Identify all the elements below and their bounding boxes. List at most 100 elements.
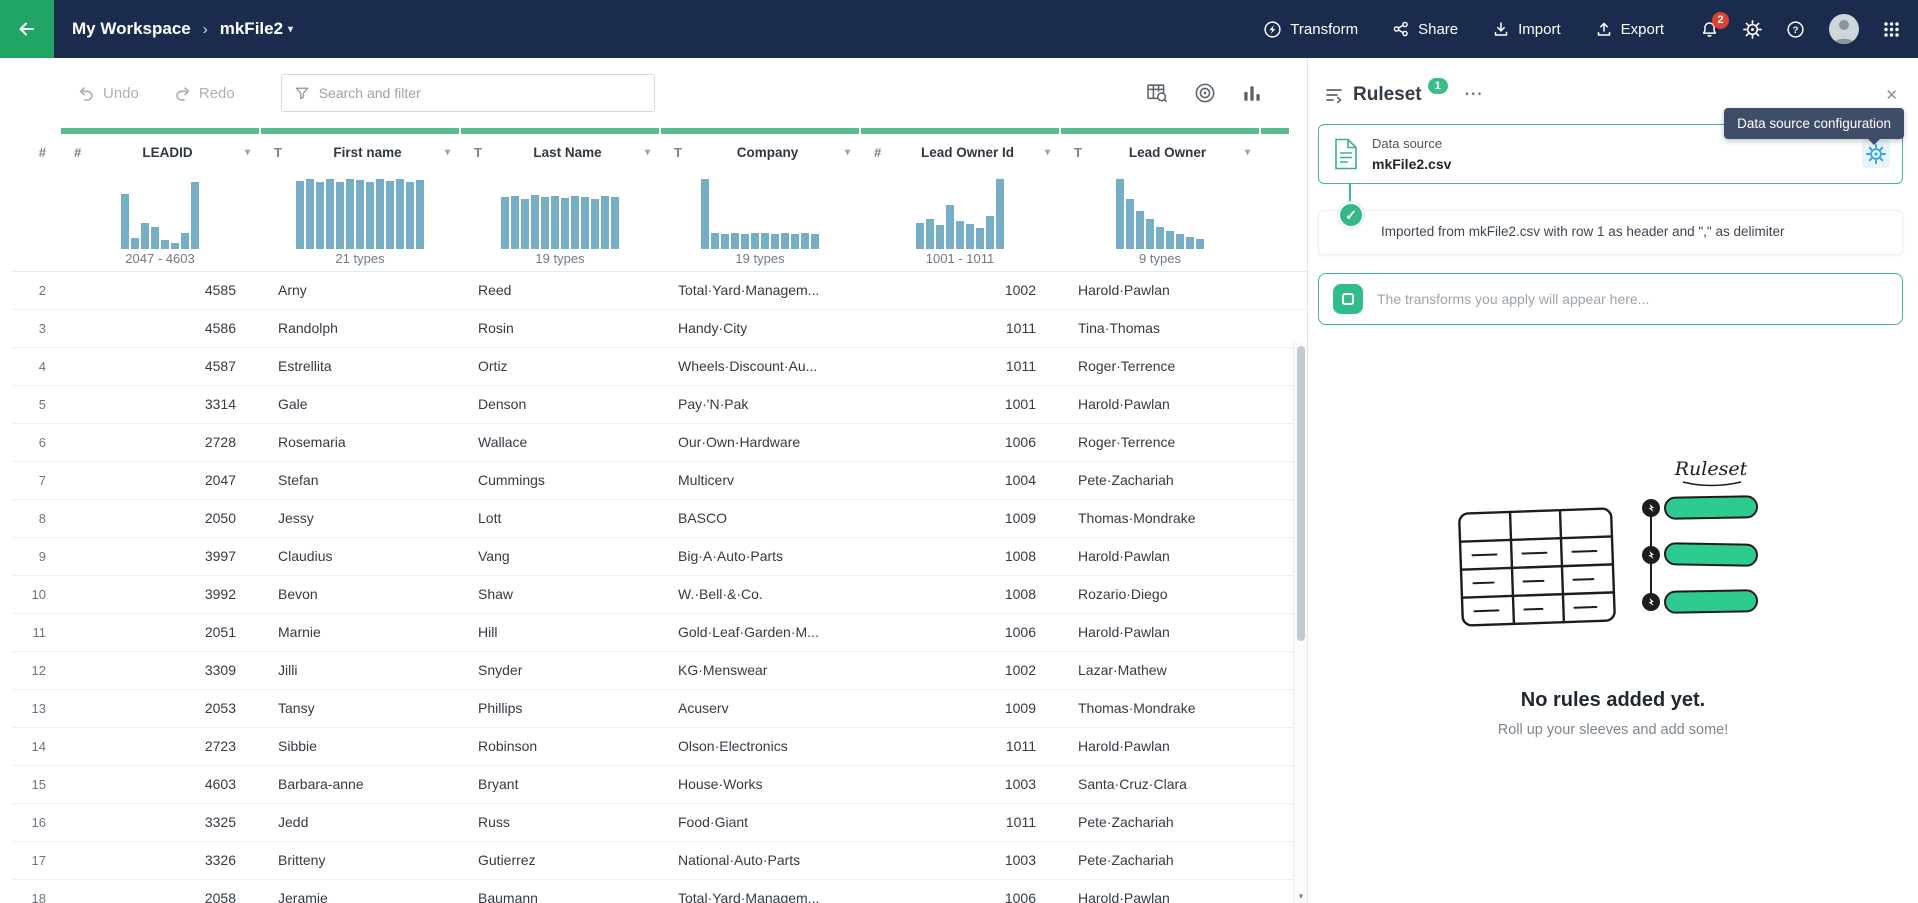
table-cell[interactable]: Stefan [260,462,460,499]
table-cell[interactable]: 2058 [60,880,260,903]
table-row[interactable]: 18 2058 Jeramie Baumann Total·Yard·Managem..… [12,880,1307,903]
table-cell[interactable]: Pete·Zachariah [1060,804,1260,841]
settings-button[interactable] [1743,19,1762,39]
table-cell[interactable]: KG·Menswear [660,652,860,689]
column-menu-caret-icon[interactable]: ▾ [845,147,850,158]
table-row[interactable]: 5 3314 Gale Denson Pay·'N·Pak 1001 Harold·Pawl… [12,386,1307,424]
table-cell[interactable]: Lott [460,500,660,537]
column-histogram[interactable] [260,171,460,249]
table-cell[interactable]: 1002 [860,652,1060,689]
table-cell[interactable]: Baumann [460,880,660,903]
table-cell[interactable]: 2047 [60,462,260,499]
table-cell[interactable]: Jessy [260,500,460,537]
column-header-lead-owner[interactable]: T Lead Owner ▾ 9 types [1060,128,1260,271]
table-cell[interactable]: Jedd [260,804,460,841]
table-cell[interactable]: Reed [460,272,660,309]
column-header-leadid[interactable]: # LEADID ▾ 2047 - 4603 [60,128,260,271]
table-cell[interactable]: 1011 [860,804,1060,841]
table-row[interactable]: 7 2047 Stefan Cummings Multicerv 1004 Pete·Zac… [12,462,1307,500]
table-row[interactable]: 10 3992 Bevon Shaw W.·Bell·&·Co. 1008 Rozario·… [12,576,1307,614]
share-button[interactable]: Share [1392,20,1458,38]
table-cell[interactable]: Ortiz [460,348,660,385]
transform-button[interactable]: Transform [1263,20,1358,39]
table-cell[interactable]: 2051 [60,614,260,651]
table-cell[interactable]: Denson [460,386,660,423]
import-button[interactable]: Import [1492,20,1561,38]
table-cell[interactable]: 2723 [60,728,260,765]
table-cell[interactable]: Roger·Terrence [1060,348,1260,385]
user-avatar[interactable] [1829,14,1859,44]
table-cell[interactable]: 1001 [860,386,1060,423]
table-cell[interactable]: Rosemaria [260,424,460,461]
help-button[interactable]: ? [1786,20,1805,39]
target-icon[interactable] [1193,81,1217,105]
table-cell[interactable]: Phillips [460,690,660,727]
table-cell[interactable]: 1003 [860,842,1060,879]
undo-button[interactable]: Undo [77,84,139,103]
column-header-lead-owner-id[interactable]: # Lead Owner Id ▾ 1001 - 1011 [860,128,1060,271]
column-histogram[interactable] [60,171,260,249]
search-input[interactable] [318,85,642,101]
column-stats-icon[interactable] [1241,82,1263,104]
table-cell[interactable]: Jilli [260,652,460,689]
table-cell[interactable]: 1009 [860,690,1060,727]
table-cell[interactable]: Total·Yard·Managem... [660,880,860,903]
table-cell[interactable]: Cummings [460,462,660,499]
table-row[interactable]: 16 3325 Jedd Russ Food·Giant 1011 Pete·Zachari… [12,804,1307,842]
table-cell[interactable]: 1002 [860,272,1060,309]
table-cell[interactable]: 1009 [860,500,1060,537]
table-cell[interactable]: Arny [260,272,460,309]
table-cell[interactable]: Olson·Electronics [660,728,860,765]
breadcrumb-file[interactable]: mkFile2 ▾ [220,19,293,39]
table-cell[interactable]: Gutierrez [460,842,660,879]
table-cell[interactable]: Robinson [460,728,660,765]
table-cell[interactable]: 4587 [60,348,260,385]
table-cell[interactable]: Wallace [460,424,660,461]
table-cell[interactable]: Tina·Thomas [1060,310,1260,347]
table-cell[interactable]: Barbara-anne [260,766,460,803]
scroll-down-arrow-icon[interactable]: ▾ [1294,891,1307,902]
scrollbar-thumb[interactable] [1297,346,1305,641]
table-row[interactable]: 11 2051 Marnie Hill Gold·Leaf·Garden·M... 100… [12,614,1307,652]
table-cell[interactable]: Harold·Pawlan [1060,728,1260,765]
column-menu-caret-icon[interactable]: ▾ [245,147,250,158]
table-cell[interactable]: Shaw [460,576,660,613]
table-cell[interactable]: Hill [460,614,660,651]
table-cell[interactable]: 4603 [60,766,260,803]
more-options-icon[interactable]: ⋯ [1464,85,1485,104]
table-row[interactable]: 13 2053 Tansy Phillips Acuserv 1009 Thomas·Mon… [12,690,1307,728]
column-header-first-name[interactable]: T First name ▾ 21 types [260,128,460,271]
table-cell[interactable]: Santa·Cruz·Clara [1060,766,1260,803]
table-cell[interactable]: 1011 [860,728,1060,765]
table-cell[interactable]: Sibbie [260,728,460,765]
notifications-button[interactable]: 2 [1700,11,1729,39]
table-cell[interactable]: House·Works [660,766,860,803]
table-cell[interactable]: 1003 [860,766,1060,803]
table-cell[interactable]: Russ [460,804,660,841]
table-cell[interactable]: Harold·Pawlan [1060,272,1260,309]
redo-button[interactable]: Redo [173,84,235,103]
export-button[interactable]: Export [1595,20,1664,38]
table-cell[interactable]: Thomas·Mondrake [1060,500,1260,537]
table-cell[interactable]: Bryant [460,766,660,803]
table-cell[interactable]: 2728 [60,424,260,461]
column-histogram[interactable] [660,171,860,249]
table-cell[interactable]: Bevon [260,576,460,613]
table-cell[interactable]: Rozario·Diego [1060,576,1260,613]
column-menu-caret-icon[interactable]: ▾ [1245,147,1250,158]
table-search-icon[interactable] [1145,81,1169,105]
table-cell[interactable]: 1004 [860,462,1060,499]
table-cell[interactable]: Pay·'N·Pak [660,386,860,423]
table-cell[interactable]: National·Auto·Parts [660,842,860,879]
table-cell[interactable]: Big·A·Auto·Parts [660,538,860,575]
table-cell[interactable]: Jeramie [260,880,460,903]
breadcrumb-workspace[interactable]: My Workspace [72,19,191,39]
table-row[interactable]: 14 2723 Sibbie Robinson Olson·Electronics 101… [12,728,1307,766]
table-cell[interactable]: 1008 [860,576,1060,613]
table-cell[interactable]: Total·Yard·Managem... [660,272,860,309]
table-row[interactable]: 2 4585 Arny Reed Total·Yard·Managem... 1002 Ha… [12,272,1307,310]
table-cell[interactable]: Snyder [460,652,660,689]
table-cell[interactable]: Britteny [260,842,460,879]
table-cell[interactable]: 1008 [860,538,1060,575]
table-row[interactable]: 15 4603 Barbara-anne Bryant House·Works 1003 S… [12,766,1307,804]
